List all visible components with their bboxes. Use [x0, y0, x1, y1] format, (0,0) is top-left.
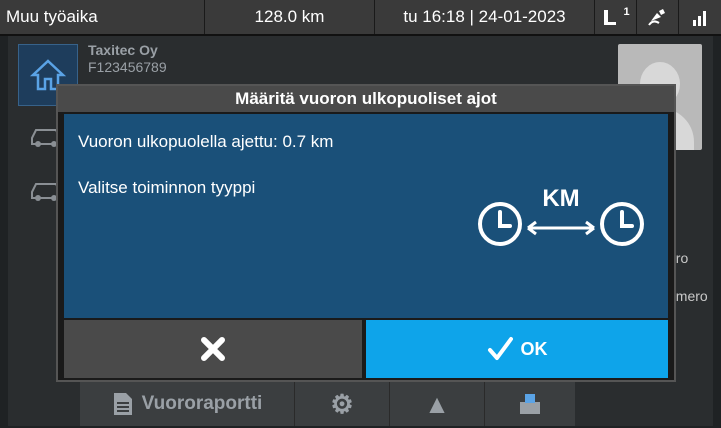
notification-icon[interactable]: 1	[595, 0, 637, 34]
dialog-body: Vuoron ulkopuolella ajettu: 0.7 km Valit…	[64, 114, 668, 318]
company-id: F123456789	[88, 59, 167, 75]
settings-button[interactable]: ⚙	[295, 382, 390, 426]
signal-strength-icon	[679, 0, 721, 34]
work-status-label[interactable]: Muu työaika	[0, 0, 205, 34]
cancel-button[interactable]	[64, 320, 366, 378]
gear-icon: ⚙	[330, 388, 354, 419]
distance-message: Vuoron ulkopuolella ajettu: 0.7 km	[78, 132, 334, 151]
checkmark-icon	[487, 337, 513, 360]
ok-button[interactable]: OK	[366, 320, 668, 378]
warning-icon: ▲	[424, 388, 450, 419]
ok-label: OK	[520, 338, 548, 359]
datetime-readout: tu 16:18 | 24-01-2023	[375, 0, 595, 34]
alert-button[interactable]: ▲	[390, 382, 485, 426]
print-button[interactable]	[485, 382, 575, 426]
dialog-footer: OK	[64, 320, 668, 378]
bottom-action-bar: Vuororaportti ⚙ ▲	[80, 382, 575, 426]
select-type-message: Valitse toiminnon tyyppi	[78, 178, 256, 197]
signal-bars-icon	[693, 11, 706, 26]
distance-readout: 128.0 km	[205, 0, 375, 34]
printer-icon	[520, 394, 540, 414]
notification-count: 1	[623, 6, 630, 18]
status-bar: Muu työaika 128.0 km tu 16:18 | 24-01-20…	[0, 0, 721, 36]
phone-notification-icon	[604, 10, 617, 25]
dialog-title: Määritä vuoron ulkopuoliset ajot	[58, 86, 674, 112]
document-icon	[113, 393, 132, 415]
shift-report-button[interactable]: Vuororaportti	[80, 382, 295, 426]
shift-report-label: Vuororaportti	[141, 393, 263, 414]
outside-shift-dialog: Määritä vuoron ulkopuoliset ajot Vuoron …	[56, 84, 676, 382]
company-name: Taxitec Oy	[88, 42, 158, 58]
km-label: KM	[542, 185, 579, 212]
satellite-icon	[647, 9, 665, 26]
gps-icon	[637, 0, 679, 34]
close-icon	[201, 337, 225, 361]
clock-km-clock-icon: KM	[478, 185, 644, 246]
